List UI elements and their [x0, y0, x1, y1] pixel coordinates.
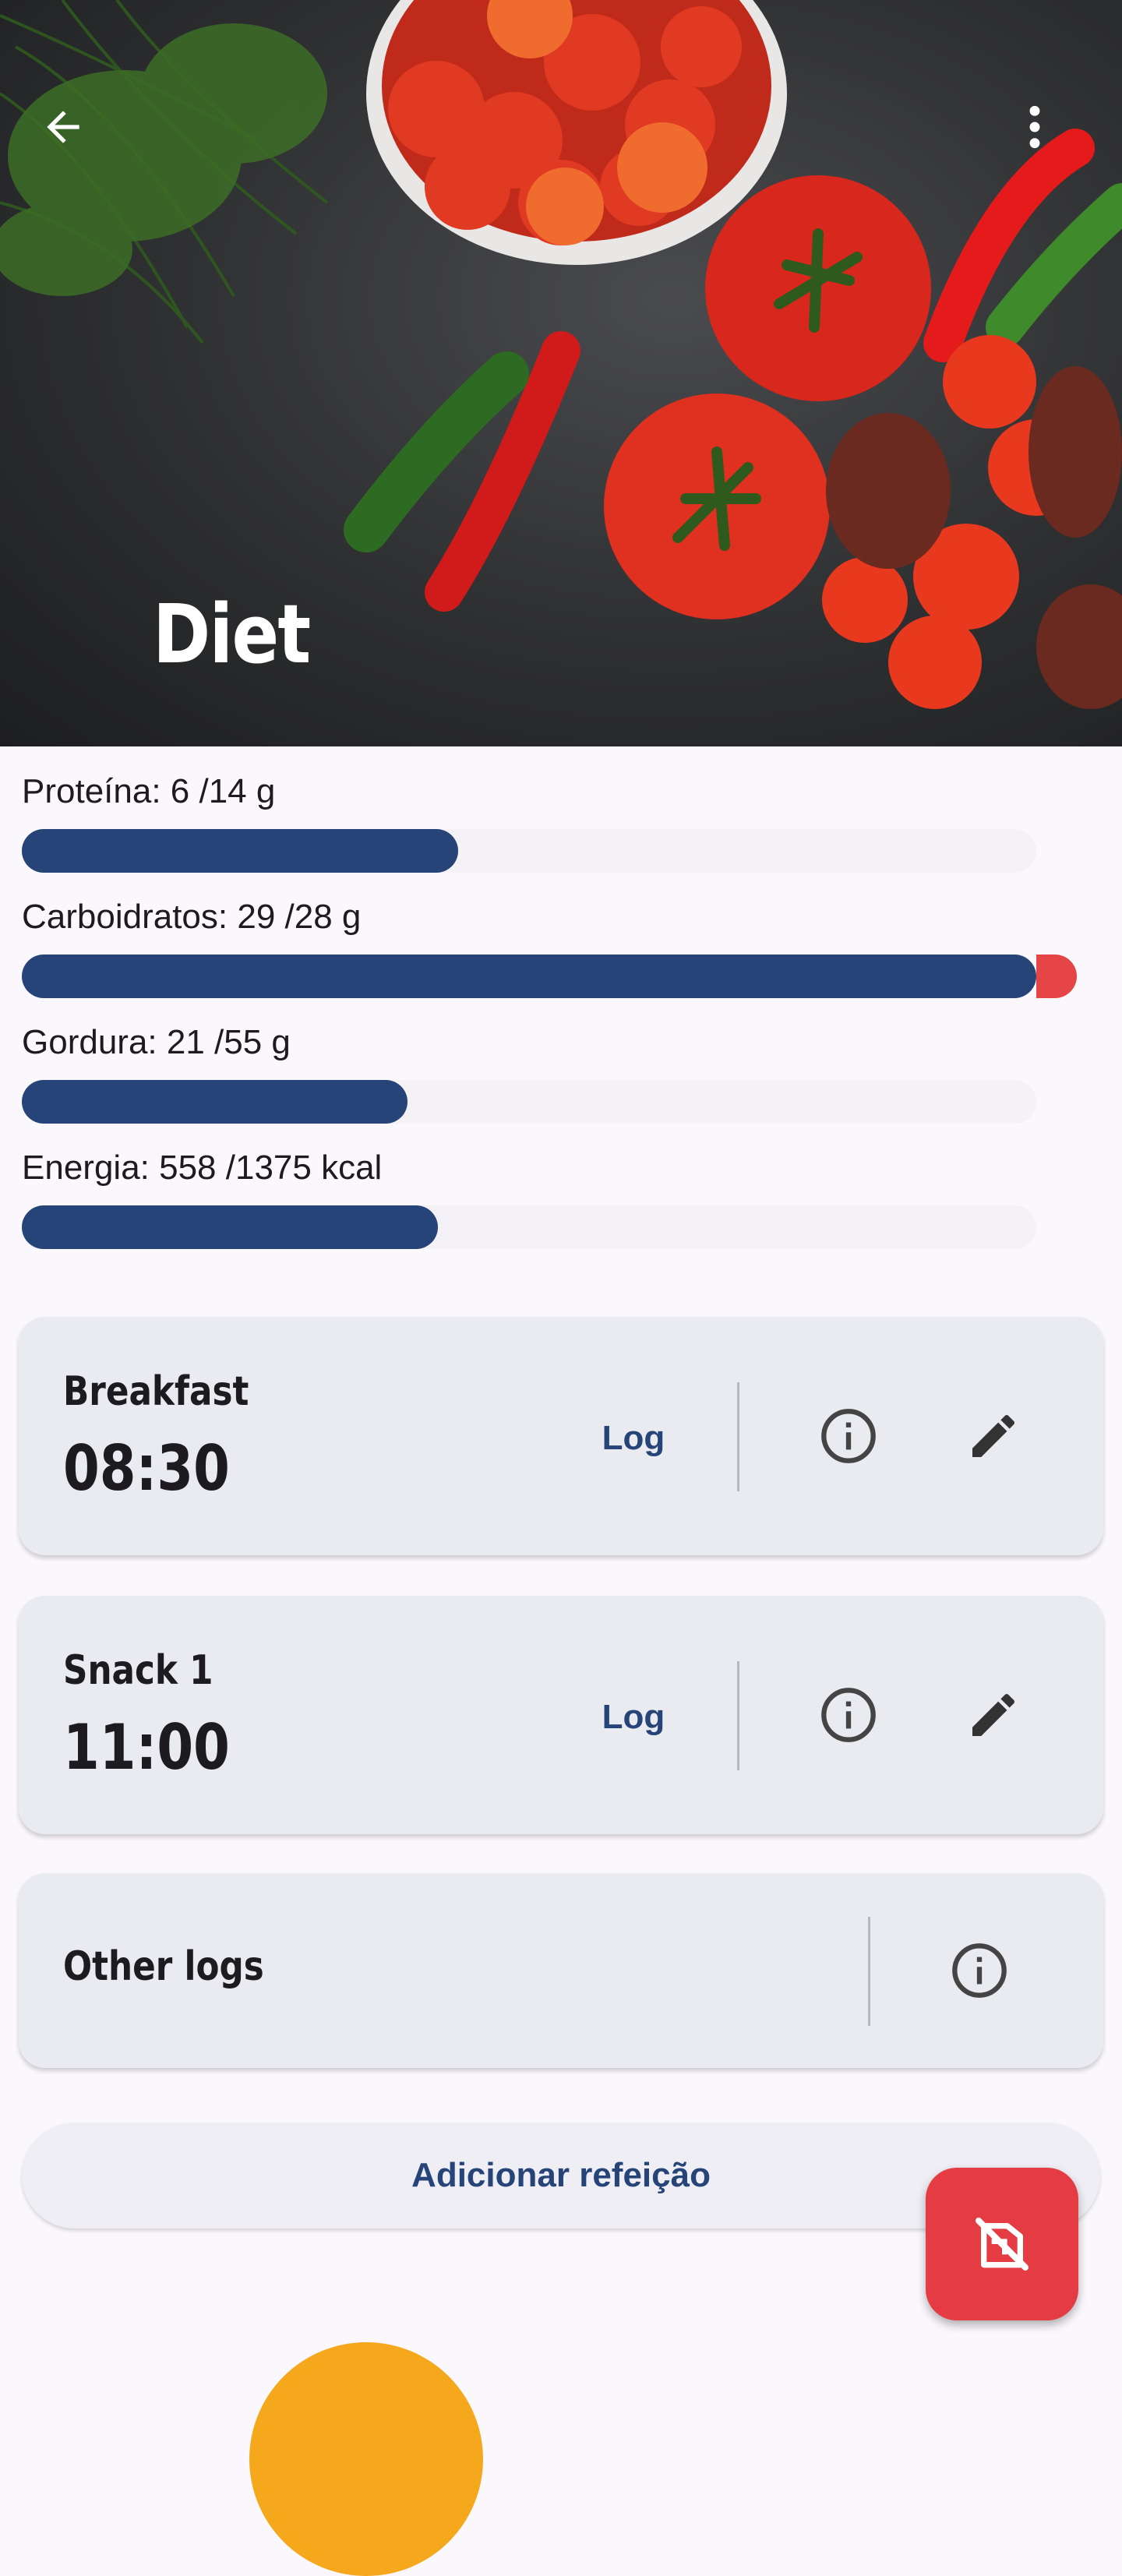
info-icon — [821, 1409, 876, 1463]
nutrient-carbs: Carboidratos: 29 /28 g — [22, 897, 1100, 1022]
header-banner: Diet — [0, 0, 1122, 746]
progress-fill — [22, 829, 458, 873]
back-button[interactable] — [39, 103, 114, 178]
progress-track — [22, 829, 1036, 873]
more-vert-icon — [1029, 105, 1040, 149]
log-button[interactable]: Log — [575, 1680, 692, 1755]
log-button[interactable]: Log — [575, 1401, 692, 1476]
meal-time: 11:00 — [63, 1711, 230, 1784]
meal-name: Snack 1 — [63, 1647, 213, 1694]
arrow-back-icon — [47, 111, 79, 143]
edit-meal-button[interactable] — [951, 1393, 1036, 1479]
other-logs-info-button[interactable] — [937, 1928, 1022, 2013]
meal-card-breakfast[interactable]: Breakfast 08:30 Log — [19, 1317, 1103, 1555]
pencil-icon — [972, 1693, 1015, 1736]
bottom-decoration — [249, 2342, 483, 2576]
meal-card-snack-1[interactable]: Snack 1 11:00 Log — [19, 1596, 1103, 1834]
no-meal-icon — [976, 2218, 1028, 2271]
meal-info-button[interactable] — [806, 1393, 891, 1479]
info-icon — [952, 1943, 1007, 1998]
progress-fill — [22, 1205, 438, 1249]
other-logs-card[interactable]: Other logs — [19, 1873, 1103, 2068]
meal-info-button[interactable] — [806, 1672, 891, 1758]
nutrient-summary: Proteína: 6 /14 g Carboidratos: 29 /28 g… — [22, 771, 1100, 1273]
page-title: Diet — [153, 587, 311, 682]
edit-meal-button[interactable] — [951, 1672, 1036, 1758]
nutrient-label: Gordura: 21 /55 g — [22, 1023, 291, 1061]
progress-track — [22, 1205, 1036, 1249]
more-options-button[interactable] — [1019, 103, 1094, 178]
other-logs-label: Other logs — [63, 1943, 264, 1990]
divider — [737, 1382, 739, 1491]
nutrient-label: Carboidratos: 29 /28 g — [22, 898, 362, 936]
nutrient-energy: Energia: 558 /1375 kcal — [22, 1148, 1100, 1273]
progress-over-limit — [1036, 955, 1077, 998]
nutrient-protein: Proteína: 6 /14 g — [22, 771, 1100, 897]
divider — [737, 1661, 739, 1770]
meal-name: Breakfast — [63, 1368, 249, 1415]
progress-track — [22, 955, 1036, 998]
nutrient-fat: Gordura: 21 /55 g — [22, 1022, 1100, 1148]
progress-fill — [22, 955, 1036, 998]
progress-track — [22, 1080, 1036, 1124]
meal-time: 08:30 — [63, 1432, 230, 1505]
floating-action-button[interactable] — [926, 2168, 1078, 2320]
info-icon — [821, 1688, 876, 1742]
pencil-icon — [972, 1414, 1015, 1457]
nutrient-label: Energia: 558 /1375 kcal — [22, 1149, 383, 1187]
divider — [868, 1917, 870, 2026]
progress-fill — [22, 1080, 408, 1124]
nutrient-label: Proteína: 6 /14 g — [22, 772, 276, 810]
